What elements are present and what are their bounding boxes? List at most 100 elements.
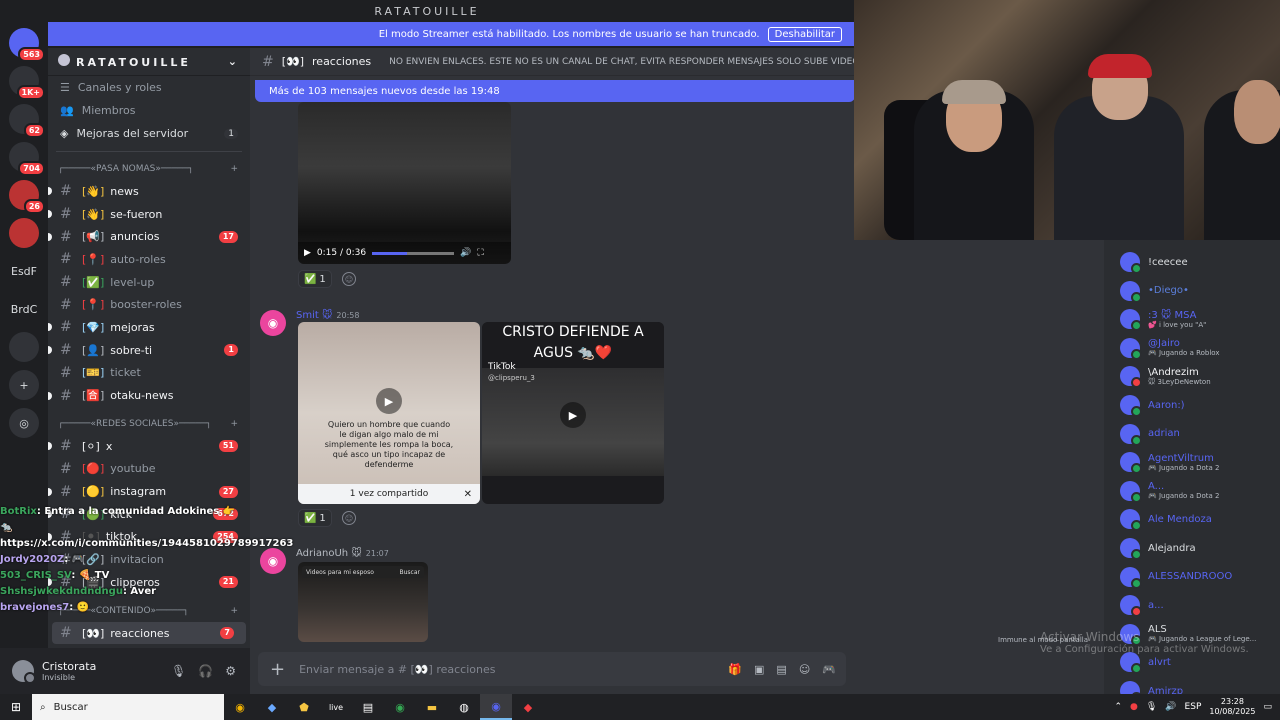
discord-avatar[interactable]: ◉ [260, 310, 286, 336]
microphone-icon[interactable]: 🎙 [1146, 702, 1157, 712]
reaction-check[interactable]: ✅ 1 [298, 270, 332, 288]
avatar[interactable] [12, 660, 36, 684]
reaction-check[interactable]: ✅ 1 [298, 509, 332, 527]
record-icon[interactable]: ● [1130, 702, 1138, 712]
add-reaction-icon[interactable]: ☺ [342, 511, 356, 525]
add-reaction-icon[interactable]: ☺ [342, 272, 356, 286]
plus-icon[interactable]: + [270, 659, 285, 680]
channel-ticket[interactable]: # [🎫] ticket [48, 362, 250, 385]
volume-icon[interactable]: 🔊 [460, 248, 471, 258]
channel-category[interactable]: ┌─────«PASA NOMAS»─────┐ + [48, 158, 250, 180]
server-icon[interactable]: 1K+ [9, 66, 45, 100]
sidebar-link[interactable]: ☰ Canales y roles [48, 76, 250, 99]
channel-news[interactable]: # [👋] news [48, 180, 250, 203]
channel-mejoras[interactable]: # [💎] mejoras [48, 316, 250, 339]
lang-indicator[interactable]: ESP [1185, 702, 1202, 712]
folder-icon[interactable]: ▬ [416, 694, 448, 720]
add-server-icon[interactable]: + [9, 370, 39, 400]
windows-start-icon[interactable]: ⊞ [0, 694, 32, 720]
gift-icon[interactable]: 🎁 [728, 663, 742, 676]
close-icon[interactable]: ✕ [464, 489, 472, 500]
streamlabs-icon[interactable]: ◆ [512, 694, 544, 720]
member-item[interactable]: Alejandra [1120, 534, 1196, 562]
sticker-icon[interactable]: ▤ [776, 663, 786, 676]
fullscreen-icon[interactable]: ⛶ [477, 248, 483, 258]
apps-icon[interactable]: 🎮 [822, 663, 836, 676]
plus-icon[interactable]: + [230, 419, 238, 429]
explore-icon[interactable]: ◎ [9, 408, 39, 438]
notification-icon[interactable]: ▭ [1263, 702, 1272, 712]
member-item[interactable]: Ale Mendoza [1120, 505, 1212, 533]
video-progress-bar[interactable] [372, 251, 455, 255]
microphone-icon[interactable]: 🎙 [171, 664, 186, 678]
emoji-icon[interactable]: ☺ [799, 663, 810, 676]
live-app-icon[interactable]: live [320, 694, 352, 720]
server-icon[interactable]: 26 [9, 180, 45, 214]
member-item[interactable]: @Jairo 🎮 Jugando a Roblox [1120, 334, 1220, 362]
video-player[interactable]: ▶ 0:15 / 0:36 🔊 ⛶ [298, 102, 511, 264]
gif-icon[interactable]: ▣ [754, 663, 764, 676]
plus-icon[interactable]: + [230, 164, 238, 174]
member-item[interactable]: adrian [1120, 420, 1180, 448]
server-icon[interactable]: EsdF [4, 256, 44, 286]
member-item[interactable]: Amirzp [1120, 677, 1183, 694]
play-icon[interactable]: ▶ [304, 248, 311, 258]
channel-booster-roles[interactable]: # [📍] booster-roles [48, 293, 250, 316]
discord-taskbar-icon[interactable]: ◉ [480, 694, 512, 720]
server-icon[interactable] [9, 332, 39, 362]
server-icon[interactable]: 62 [9, 104, 45, 138]
guild-header[interactable]: RATATOUILLE ⌄ [48, 48, 250, 76]
play-icon[interactable]: ▶ [376, 388, 402, 414]
member-item[interactable]: ALESSANDROOO [1120, 563, 1232, 591]
message-composer[interactable]: + Enviar mensaje a # [👀] reacciones 🎁 ▣ … [258, 652, 846, 686]
headphones-icon[interactable]: 🎧 [198, 664, 213, 678]
video-tile-1[interactable]: ▶ Quiero un hombre que cuando le digan a… [298, 322, 480, 504]
video-tile-2[interactable]: CRISTO DEFIENDE A AGUS 🐀❤️ TikTok @clips… [482, 322, 664, 504]
member-item[interactable]: \Andrezim 🐭 3LeyDeNewton [1120, 362, 1211, 390]
composer-placeholder[interactable]: Enviar mensaje a # [👀] reacciones [299, 663, 495, 676]
notepad-icon[interactable]: ▤ [352, 694, 384, 720]
channel-category[interactable]: ┌─────«REDES SOCIALES»─────┐ + [48, 413, 250, 435]
member-item[interactable]: Aaron:) [1120, 391, 1185, 419]
volume-icon[interactable]: 🔊 [1165, 702, 1176, 712]
channel-auto-roles[interactable]: # [📍] auto-roles [48, 248, 250, 271]
channel-topic[interactable]: NO ENVIEN ENLACES. ESTE NO ES UN CANAL D… [389, 57, 854, 67]
member-item[interactable]: :3 🐭 MSA 💕 i love you "A" [1120, 305, 1206, 333]
copilot-icon[interactable]: ◆ [256, 694, 288, 720]
server-icon[interactable] [9, 218, 39, 248]
discord-avatar[interactable]: ◉ [260, 548, 286, 574]
obs-icon[interactable]: ◍ [448, 694, 480, 720]
new-messages-bar[interactable]: Más de 103 mensajes nuevos desde las 19:… [255, 80, 854, 102]
channel-level-up[interactable]: # [✅] level-up [48, 271, 250, 294]
server-icon[interactable]: BrdC [4, 294, 44, 324]
channel-se-fueron[interactable]: # [👋] se-fueron [48, 203, 250, 226]
chrome-icon[interactable]: ◉ [384, 694, 416, 720]
clock[interactable]: 23:28 10/08/2025 [1209, 697, 1255, 717]
sidebar-link[interactable]: 👥 Miembros [48, 99, 250, 122]
boost-icon: ◈ [60, 127, 69, 140]
channel-reacciones[interactable]: # [👀] reacciones 7 [52, 621, 246, 645]
taskbar-search[interactable]: ⌕ Buscar [32, 694, 224, 720]
gear-icon[interactable]: ⚙ [225, 664, 236, 678]
channel-instagram[interactable]: # [🟡] instagram 27 [48, 480, 250, 503]
chevron-up-icon[interactable]: ⌃ [1114, 702, 1122, 712]
play-icon[interactable]: ▶ [560, 402, 586, 428]
channel-otaku-news[interactable]: # [🈴] otaku-news [48, 384, 250, 407]
channel-youtube[interactable]: # [🔴] youtube [48, 458, 250, 481]
disable-streamer-button[interactable]: Deshabilitar [767, 26, 842, 42]
member-item[interactable]: AgentViltrum 🎮 Jugando a Dota 2 [1120, 448, 1219, 476]
channel-sobre-ti[interactable]: # [👤] sobre-ti 1 [48, 339, 250, 362]
chevron-down-icon[interactable]: ⌄ [228, 55, 240, 68]
video-tile-3[interactable]: Videos para mi esposo Buscar [298, 562, 428, 642]
member-item[interactable]: a... [1120, 591, 1164, 619]
chrome-icon[interactable]: ◉ [224, 694, 256, 720]
channel-anuncios[interactable]: # [📢] anuncios 17 [48, 225, 250, 248]
server-icon[interactable]: 704 [9, 142, 45, 176]
channel-x[interactable]: # [⚪] x 51 [48, 435, 250, 458]
member-item[interactable]: !ceecee [1120, 248, 1188, 276]
shield-app-icon[interactable]: ⬟ [288, 694, 320, 720]
server-icon[interactable]: 563 [9, 28, 45, 62]
member-item[interactable]: A... 🎮 Jugando a Dota 2 [1120, 477, 1219, 505]
member-item[interactable]: •Diego• [1120, 277, 1189, 305]
sidebar-link[interactable]: ◈ Mejoras del servidor 1 [48, 122, 250, 145]
